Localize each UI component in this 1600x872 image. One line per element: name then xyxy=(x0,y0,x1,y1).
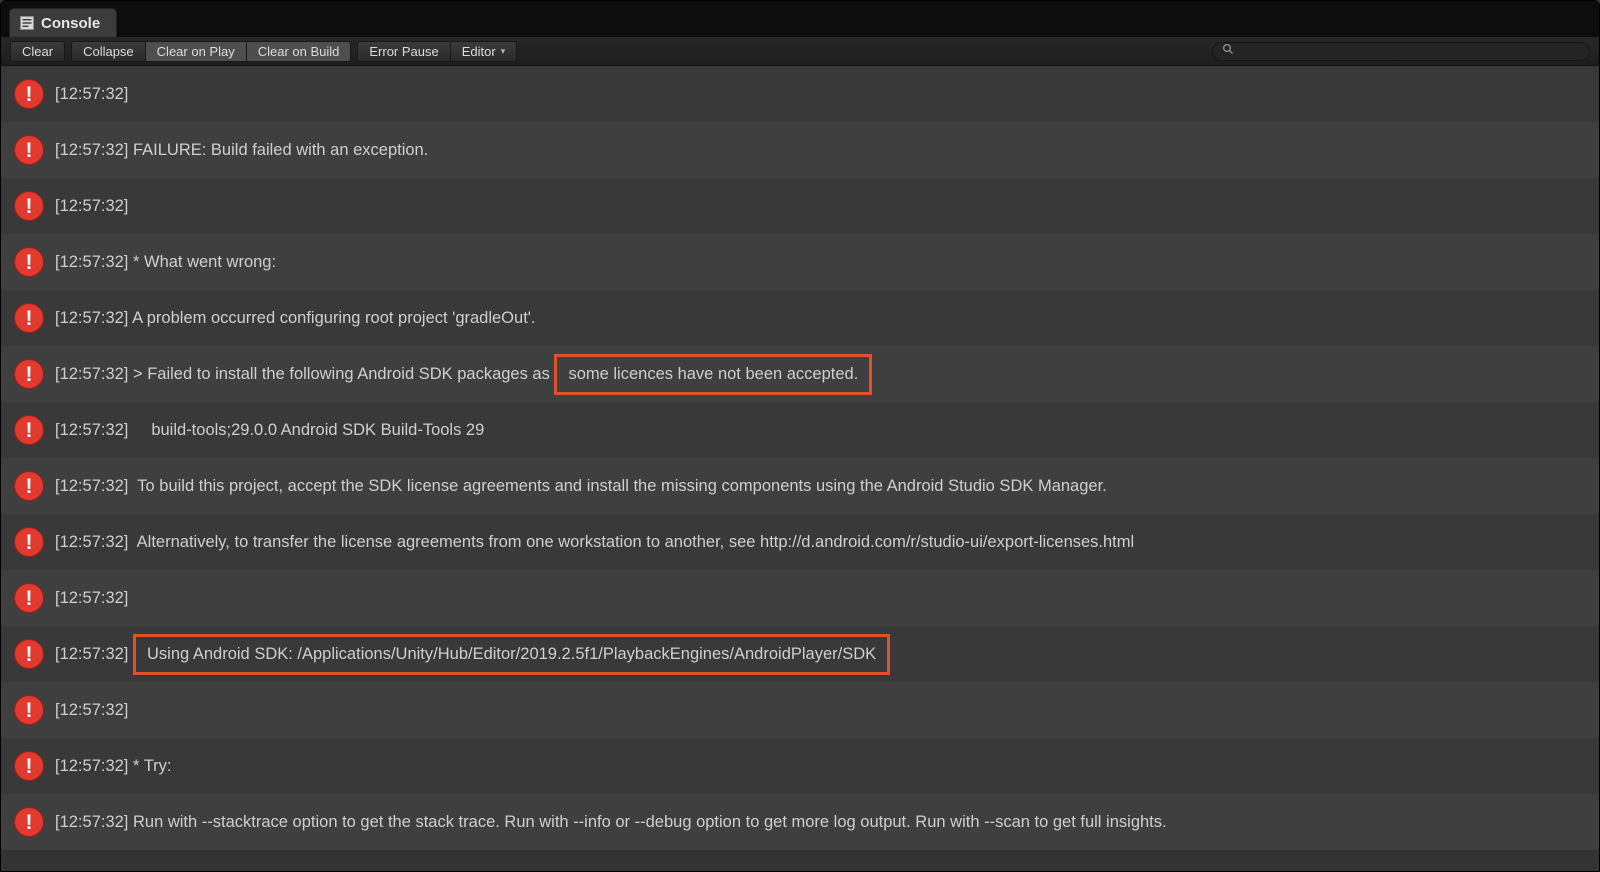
console-row[interactable]: ! [12:57:32] A problem occurred configur… xyxy=(1,290,1599,346)
log-segment: A problem occurred configuring root proj… xyxy=(128,309,535,328)
log-line: [12:57:32] * What went wrong: xyxy=(55,253,276,272)
log-line: [12:57:32] > Failed to install the follo… xyxy=(55,354,872,395)
log-timestamp: [12:57:32] xyxy=(55,365,128,384)
console-row[interactable]: ! [12:57:32] Alternatively, to transfer … xyxy=(1,514,1599,570)
error-icon: ! xyxy=(14,695,44,725)
log-timestamp: [12:57:32] xyxy=(55,477,128,496)
console-log-list: ! [12:57:32] ! [12:57:32] FAILURE: Build… xyxy=(1,66,1599,871)
log-timestamp: [12:57:32] xyxy=(55,141,128,160)
log-line: [12:57:32] xyxy=(55,85,128,104)
log-segment: * Try: xyxy=(128,757,171,776)
console-row[interactable]: ! [12:57:32] xyxy=(1,178,1599,234)
error-icon: ! xyxy=(14,303,44,333)
log-line: [12:57:32] FAILURE: Build failed with an… xyxy=(55,141,428,160)
console-row[interactable]: ! [12:57:32] Using Android SDK: /Applica… xyxy=(1,626,1599,682)
log-line: [12:57:32] xyxy=(55,197,128,216)
error-icon: ! xyxy=(14,135,44,165)
log-line: [12:57:32] Run with --stacktrace option … xyxy=(55,813,1167,832)
error-icon: ! xyxy=(14,247,44,277)
console-row[interactable]: ! [12:57:32] build-tools;29.0.0 Android … xyxy=(1,402,1599,458)
console-window: Console Clear Collapse Clear on Play Cle… xyxy=(0,0,1600,872)
clear-on-build-toggle[interactable]: Clear on Build xyxy=(247,41,352,62)
log-segment: build-tools;29.0.0 Android SDK Build-Too… xyxy=(128,421,484,440)
console-row[interactable]: ! [12:57:32] xyxy=(1,66,1599,122)
toolbar-group-2: Collapse Clear on Play Clear on Build xyxy=(71,41,351,62)
clear-button[interactable]: Clear xyxy=(10,41,65,62)
console-toolbar: Clear Collapse Clear on Play Clear on Bu… xyxy=(1,37,1599,66)
chevron-down-icon: ▾ xyxy=(501,46,506,57)
log-timestamp: [12:57:32] xyxy=(55,309,128,328)
console-row[interactable]: ! [12:57:32] * Try: xyxy=(1,738,1599,794)
error-icon: ! xyxy=(14,807,44,837)
log-timestamp: [12:57:32] xyxy=(55,645,128,664)
search-icon xyxy=(1222,42,1234,60)
console-row[interactable]: ! [12:57:32] xyxy=(1,682,1599,738)
console-row[interactable]: ! [12:57:32] > Failed to install the fol… xyxy=(1,346,1599,402)
console-row[interactable]: ! [12:57:32] To build this project, acce… xyxy=(1,458,1599,514)
log-line: [12:57:32] Using Android SDK: /Applicati… xyxy=(55,634,890,675)
console-row[interactable]: ! [12:57:32] Run with --stacktrace optio… xyxy=(1,794,1599,850)
error-icon: ! xyxy=(14,359,44,389)
collapse-toggle[interactable]: Collapse xyxy=(71,41,146,62)
log-line: [12:57:32] To build this project, accept… xyxy=(55,477,1107,496)
log-segment: * What went wrong: xyxy=(128,253,276,272)
console-icon xyxy=(20,16,34,30)
toolbar-group-3: Error Pause Editor ▾ xyxy=(357,41,517,62)
log-timestamp: [12:57:32] xyxy=(55,421,128,440)
error-icon: ! xyxy=(14,191,44,221)
highlight-annotation: some licences have not been accepted. xyxy=(554,354,872,395)
log-segment: FAILURE: Build failed with an exception. xyxy=(128,141,428,160)
console-row[interactable]: ! [12:57:32] FAILURE: Build failed with … xyxy=(1,122,1599,178)
search-box[interactable] xyxy=(1212,42,1590,61)
log-line: [12:57:32] Alternatively, to transfer th… xyxy=(55,533,1134,552)
tab-console[interactable]: Console xyxy=(9,8,117,37)
editor-dropdown[interactable]: Editor ▾ xyxy=(451,41,518,62)
log-line: [12:57:32] xyxy=(55,589,128,608)
error-icon: ! xyxy=(14,415,44,445)
log-segment: Run with --stacktrace option to get the … xyxy=(128,813,1166,832)
error-icon: ! xyxy=(14,79,44,109)
log-line: [12:57:32] xyxy=(55,701,128,720)
tab-label: Console xyxy=(41,15,100,32)
highlight-annotation: Using Android SDK: /Applications/Unity/H… xyxy=(133,634,890,675)
error-icon: ! xyxy=(14,639,44,669)
error-icon: ! xyxy=(14,751,44,781)
clear-on-play-toggle[interactable]: Clear on Play xyxy=(146,41,247,62)
error-icon: ! xyxy=(14,471,44,501)
log-line: [12:57:32] build-tools;29.0.0 Android SD… xyxy=(55,421,484,440)
console-search-input[interactable] xyxy=(1239,44,1580,58)
tab-strip: Console xyxy=(1,1,1599,37)
log-timestamp: [12:57:32] xyxy=(55,589,128,608)
console-row[interactable]: ! [12:57:32] xyxy=(1,570,1599,626)
log-timestamp: [12:57:32] xyxy=(55,197,128,216)
log-line: [12:57:32] A problem occurred configurin… xyxy=(55,309,536,328)
toolbar-group-1: Clear xyxy=(10,41,65,62)
log-timestamp: [12:57:32] xyxy=(55,813,128,832)
log-timestamp: [12:57:32] xyxy=(55,253,128,272)
log-line: [12:57:32] * Try: xyxy=(55,757,172,776)
error-pause-toggle[interactable]: Error Pause xyxy=(357,41,450,62)
log-timestamp: [12:57:32] xyxy=(55,533,128,552)
log-timestamp: [12:57:32] xyxy=(55,701,128,720)
editor-dropdown-label: Editor xyxy=(462,44,496,59)
log-segment: To build this project, accept the SDK li… xyxy=(128,477,1106,496)
error-icon: ! xyxy=(14,583,44,613)
error-icon: ! xyxy=(14,527,44,557)
console-row[interactable]: ! [12:57:32] * What went wrong: xyxy=(1,234,1599,290)
log-segment: > Failed to install the following Androi… xyxy=(128,365,554,384)
log-timestamp: [12:57:32] xyxy=(55,757,128,776)
log-timestamp: [12:57:32] xyxy=(55,85,128,104)
log-segment: Alternatively, to transfer the license a… xyxy=(128,533,1134,552)
